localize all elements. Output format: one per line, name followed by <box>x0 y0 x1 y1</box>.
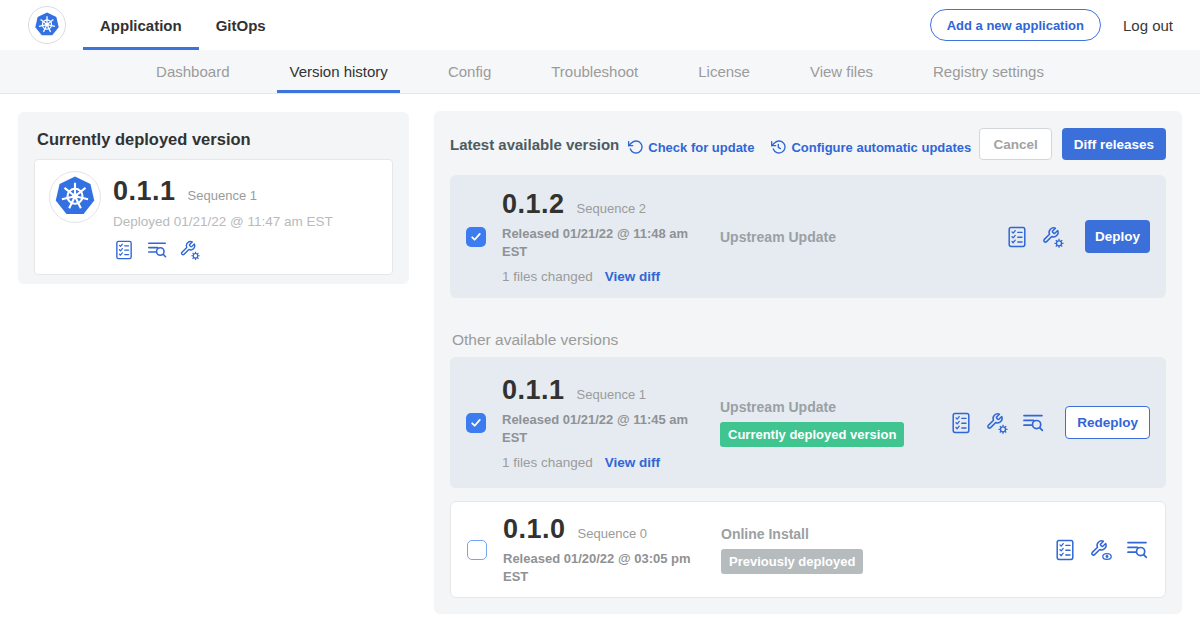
version-sequence: Sequence 2 <box>577 201 646 216</box>
add-application-button[interactable]: Add a new application <box>930 9 1101 41</box>
currently-deployed-panel: Currently deployed version 0.1.1 Sequenc… <box>18 112 409 284</box>
deploy-logs-icon[interactable] <box>1021 411 1045 435</box>
check-icon <box>469 230 483 244</box>
files-changed-label: 1 files changed <box>502 455 593 470</box>
top-right-actions: Add a new application Log out <box>930 9 1200 41</box>
tab-gitops-label: GitOps <box>216 17 266 34</box>
version-source: Upstream Update Currently deployed versi… <box>720 399 949 447</box>
logout-button[interactable]: Log out <box>1123 17 1173 34</box>
config-icon[interactable] <box>179 239 201 261</box>
view-diff-link[interactable]: View diff <box>605 269 660 284</box>
view-diff-link[interactable]: View diff <box>605 455 660 470</box>
version-source: Online Install Previously deployed <box>721 526 1053 574</box>
current-version-sequence: Sequence 1 <box>188 188 257 203</box>
tab-application-label: Application <box>100 17 182 34</box>
version-source-label: Upstream Update <box>720 399 836 415</box>
config-icon[interactable] <box>985 411 1009 435</box>
subnav-license[interactable]: License <box>668 50 780 93</box>
version-info: 0.1.2 Sequence 2 Released 01/21/22 @ 11:… <box>502 189 720 284</box>
version-released-timestamp: Released 01/21/22 @ 11:48 am EST <box>502 225 720 260</box>
version-info: 0.1.1 Sequence 1 Released 01/21/22 @ 11:… <box>502 375 720 470</box>
version-number: 0.1.2 <box>502 189 565 220</box>
version-sequence: Sequence 1 <box>577 387 646 402</box>
top-nav: Application GitOps Add a new application… <box>0 0 1200 50</box>
current-version-number: 0.1.1 <box>113 176 176 207</box>
deploy-button[interactable]: Deploy <box>1085 220 1150 253</box>
kubernetes-logo <box>28 6 66 44</box>
app-icon <box>49 171 101 223</box>
current-version-info: 0.1.1 Sequence 1 Deployed 01/21/22 @ 11:… <box>113 171 333 261</box>
top-tabs: Application GitOps <box>83 0 283 50</box>
version-released-timestamp: Released 01/21/22 @ 11:45 am EST <box>502 411 720 446</box>
check-for-update-link[interactable]: Check for update <box>627 139 754 155</box>
version-info: 0.1.0 Sequence 0 Released 01/20/22 @ 03:… <box>503 514 721 585</box>
previously-deployed-badge: Previously deployed <box>721 549 863 574</box>
version-source-label: Upstream Update <box>720 229 836 245</box>
refresh-icon <box>627 139 643 155</box>
preflight-checks-icon[interactable] <box>1053 538 1077 562</box>
version-checkbox[interactable] <box>466 227 486 247</box>
kubernetes-helm-icon <box>33 11 61 39</box>
version-history-panel: Latest available version Check for updat… <box>434 111 1182 614</box>
subnav-view-files[interactable]: View files <box>780 50 903 93</box>
currently-deployed-card: 0.1.1 Sequence 1 Deployed 01/21/22 @ 11:… <box>34 159 393 275</box>
version-released-timestamp: Released 01/20/22 @ 03:05 pm EST <box>503 550 721 585</box>
view-config-icon[interactable] <box>1089 538 1113 562</box>
subnav-troubleshoot[interactable]: Troubleshoot <box>521 50 668 93</box>
subnav-registry-settings[interactable]: Registry settings <box>903 50 1074 93</box>
configure-automatic-updates-link[interactable]: Configure automatic updates <box>770 139 971 155</box>
files-changed-label: 1 files changed <box>502 269 593 284</box>
deploy-logs-icon[interactable] <box>1125 538 1149 562</box>
version-number: 0.1.0 <box>503 514 566 545</box>
current-version-actions <box>113 239 333 261</box>
auto-update-clock-icon <box>770 139 786 155</box>
latest-version-title: Latest available version <box>450 136 619 153</box>
tab-gitops[interactable]: GitOps <box>199 0 283 50</box>
cancel-button[interactable]: Cancel <box>979 128 1051 160</box>
check-icon <box>469 416 483 430</box>
preflight-checks-icon[interactable] <box>949 411 973 435</box>
version-actions <box>1053 538 1149 562</box>
preflight-checks-icon[interactable] <box>1005 225 1029 249</box>
config-icon[interactable] <box>1041 225 1065 249</box>
version-sequence: Sequence 0 <box>578 526 647 541</box>
version-row-0-1-1: 0.1.1 Sequence 1 Released 01/21/22 @ 11:… <box>450 357 1166 488</box>
version-number: 0.1.1 <box>502 375 565 406</box>
diff-releases-button[interactable]: Diff releases <box>1062 128 1166 160</box>
version-source: Upstream Update <box>720 229 1005 245</box>
current-deployed-timestamp: Deployed 01/21/22 @ 11:47 am EST <box>113 214 333 229</box>
version-checkbox[interactable] <box>466 413 486 433</box>
deploy-logs-icon[interactable] <box>146 239 168 261</box>
version-row-0-1-2: 0.1.2 Sequence 2 Released 01/21/22 @ 11:… <box>450 175 1166 298</box>
preflight-checks-icon[interactable] <box>113 239 135 261</box>
version-source-label: Online Install <box>721 526 809 542</box>
currently-deployed-title: Currently deployed version <box>37 130 393 149</box>
app-subnav: Dashboard Version history Config Trouble… <box>0 50 1200 94</box>
tab-application[interactable]: Application <box>83 0 199 50</box>
version-actions: Redeploy <box>949 406 1150 439</box>
redeploy-button[interactable]: Redeploy <box>1065 406 1150 439</box>
currently-deployed-badge: Currently deployed version <box>720 422 904 447</box>
subnav-version-history[interactable]: Version history <box>259 50 417 93</box>
kubernetes-helm-icon <box>52 174 98 220</box>
latest-version-header: Latest available version Check for updat… <box>450 128 1166 160</box>
check-for-update-label: Check for update <box>648 140 754 155</box>
version-checkbox[interactable] <box>467 540 487 560</box>
version-row-0-1-0: 0.1.0 Sequence 0 Released 01/20/22 @ 03:… <box>450 501 1166 598</box>
configure-automatic-updates-label: Configure automatic updates <box>791 140 971 155</box>
other-versions-heading: Other available versions <box>452 331 1166 349</box>
subnav-dashboard[interactable]: Dashboard <box>126 50 259 93</box>
version-actions: Deploy <box>1005 220 1150 253</box>
subnav-config[interactable]: Config <box>418 50 521 93</box>
